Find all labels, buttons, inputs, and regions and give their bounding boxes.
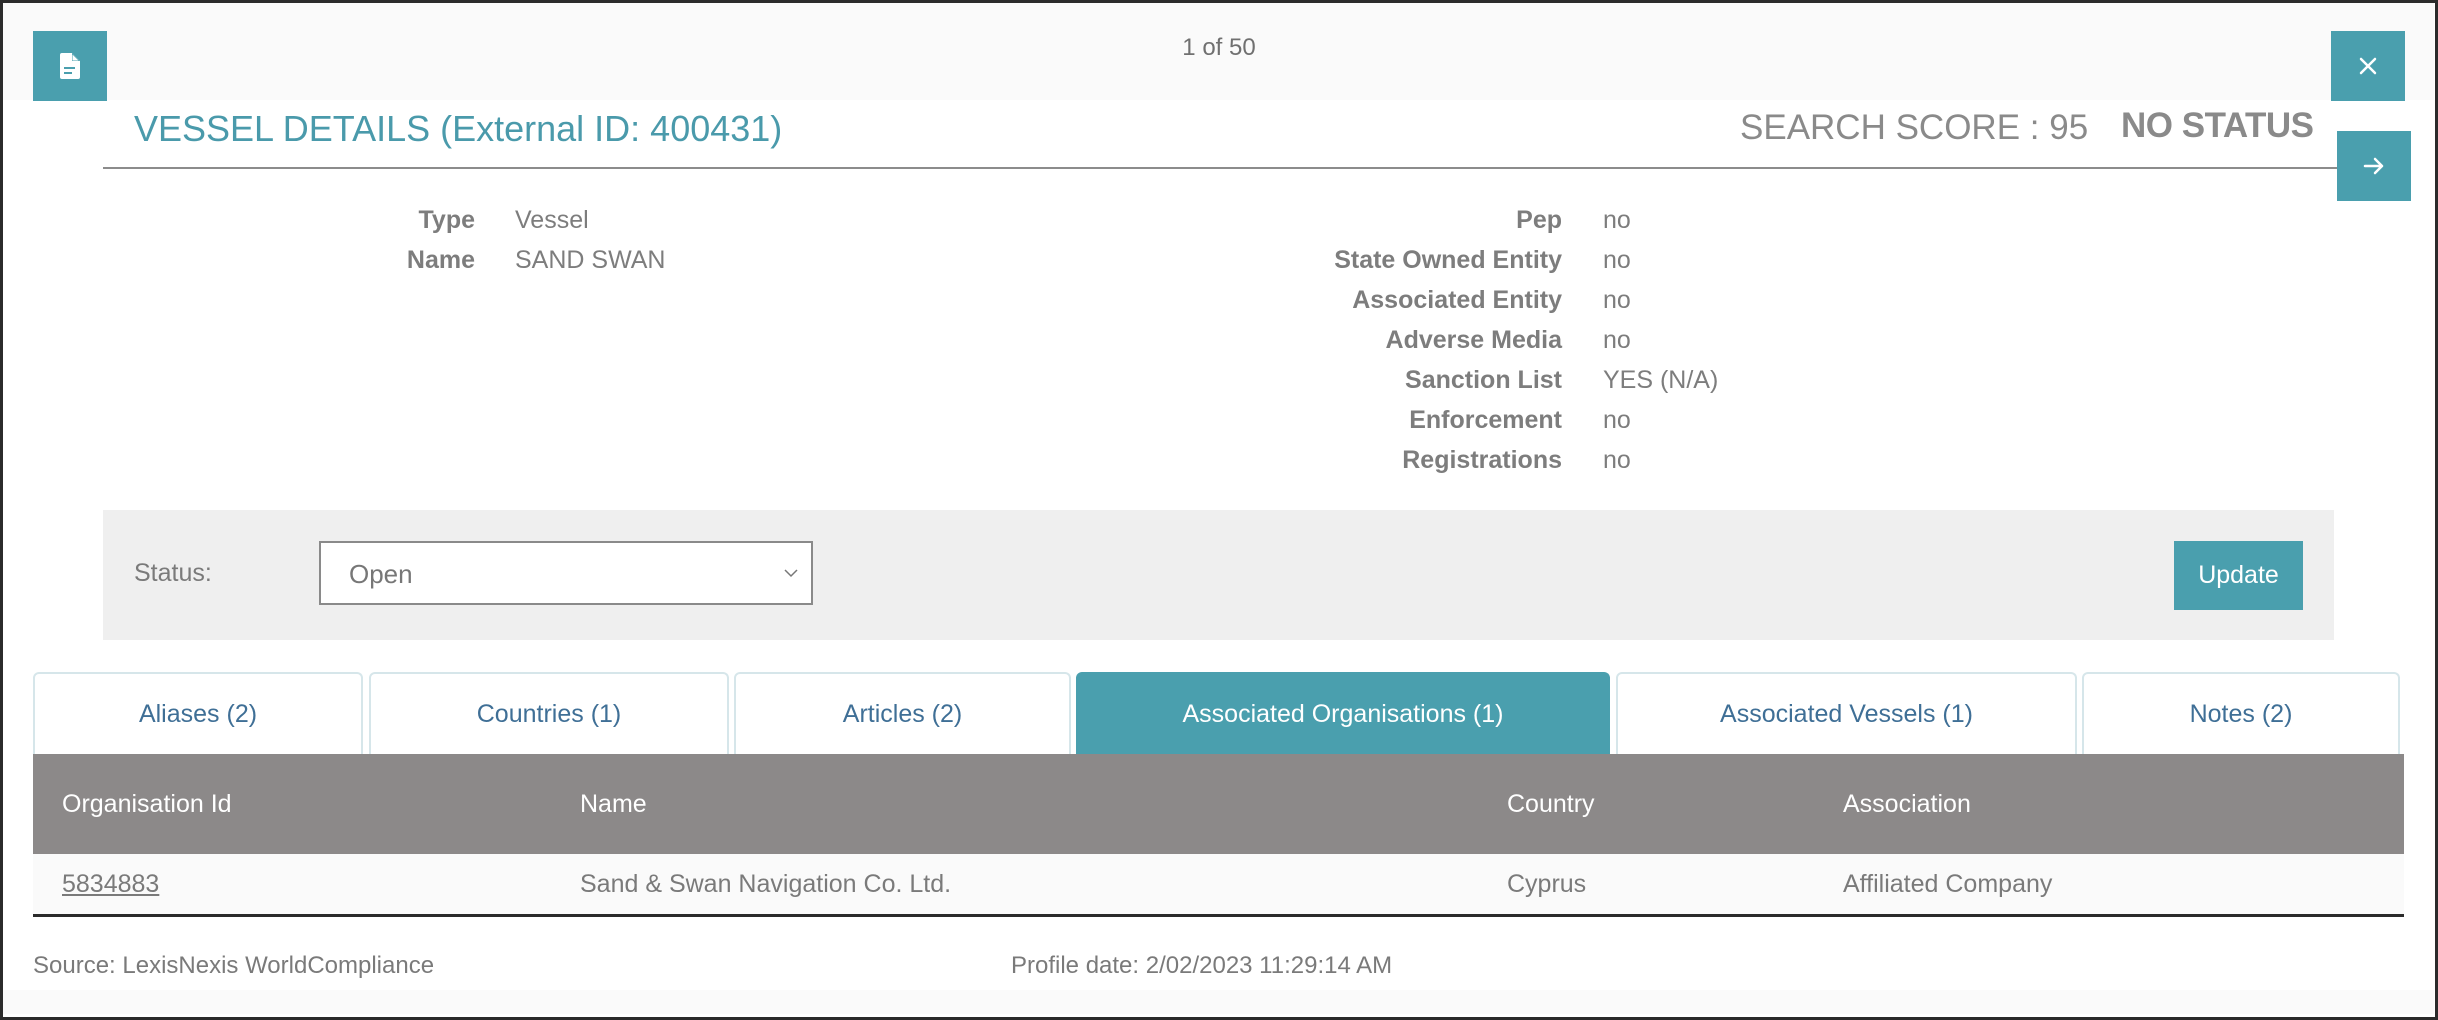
tab-associated-organisations[interactable]: Associated Organisations (1) <box>1076 672 1610 754</box>
detail-label: Associated Entity <box>1352 280 1562 320</box>
detail-label: Pep <box>1516 200 1562 240</box>
search-score: SEARCH SCORE : 95 <box>1740 108 2088 148</box>
table-header: Organisation Id Name Country Association <box>33 754 2404 854</box>
title-divider <box>103 167 2337 169</box>
detail-row-adverse-media: Adverse Media no <box>0 320 1562 360</box>
status-badge: NO STATUS <box>2121 106 2314 146</box>
source-text: Source: LexisNexis WorldCompliance <box>33 952 434 980</box>
organisation-association: Affiliated Company <box>1843 854 2052 914</box>
detail-value: no <box>1603 320 1631 360</box>
detail-row-pep: Pep no <box>0 200 1562 240</box>
detail-label: Sanction List <box>1405 360 1562 400</box>
detail-value: no <box>1603 400 1631 440</box>
tab-notes[interactable]: Notes (2) <box>2082 672 2400 754</box>
page-title: VESSEL DETAILS (External ID: 400431) <box>134 108 782 150</box>
detail-row-enforcement: Enforcement no <box>0 400 1562 440</box>
status-select-value: Open <box>349 559 413 590</box>
update-button[interactable]: Update <box>2174 541 2303 610</box>
organisation-name: Sand & Swan Navigation Co. Ltd. <box>580 854 951 914</box>
detail-value: no <box>1603 200 1631 240</box>
detail-row-sanction-list: Sanction List YES (N/A) <box>0 360 1562 400</box>
detail-row-state-owned-entity: State Owned Entity no <box>0 240 1562 280</box>
detail-value: no <box>1603 440 1631 480</box>
chevron-down-icon <box>781 563 801 583</box>
table-row: 5834883 Sand & Swan Navigation Co. Ltd. … <box>33 854 2404 917</box>
record-counter: 1 of 50 <box>0 34 2438 62</box>
detail-value: no <box>1603 280 1631 320</box>
column-header-association[interactable]: Association <box>1843 754 1971 854</box>
arrow-right-icon <box>2363 156 2385 176</box>
detail-label: Enforcement <box>1409 400 1562 440</box>
detail-row-associated-entity: Associated Entity no <box>0 280 1562 320</box>
next-record-button[interactable] <box>2337 131 2411 201</box>
tab-associated-vessels[interactable]: Associated Vessels (1) <box>1616 672 2077 754</box>
close-button[interactable] <box>2331 31 2405 101</box>
document-button[interactable] <box>33 31 107 101</box>
detail-value: YES (N/A) <box>1603 360 1718 400</box>
tab-aliases[interactable]: Aliases (2) <box>33 672 363 754</box>
organisation-country: Cyprus <box>1507 854 1586 914</box>
profile-date: Profile date: 2/02/2023 11:29:14 AM <box>1011 952 1392 980</box>
detail-label: Registrations <box>1402 440 1562 480</box>
detail-row-registrations: Registrations no <box>0 440 1562 480</box>
detail-label: State Owned Entity <box>1334 240 1562 280</box>
document-icon <box>60 53 80 79</box>
tab-countries[interactable]: Countries (1) <box>369 672 729 754</box>
column-header-organisation-id[interactable]: Organisation Id <box>62 754 232 854</box>
close-icon <box>2358 56 2378 76</box>
column-header-country[interactable]: Country <box>1507 754 1595 854</box>
footer-band <box>3 990 2434 1014</box>
organisations-table: Organisation Id Name Country Association… <box>33 754 2404 917</box>
details-right: Pep no State Owned Entity no Associated … <box>0 200 1562 480</box>
detail-label: Adverse Media <box>1386 320 1562 360</box>
column-header-name[interactable]: Name <box>580 754 647 854</box>
tab-articles[interactable]: Articles (2) <box>734 672 1071 754</box>
detail-value: no <box>1603 240 1631 280</box>
status-select[interactable]: Open <box>319 541 813 605</box>
status-panel: Status: Open Update <box>103 510 2334 640</box>
organisation-id-link[interactable]: 5834883 <box>62 854 159 914</box>
status-label: Status: <box>134 559 212 588</box>
